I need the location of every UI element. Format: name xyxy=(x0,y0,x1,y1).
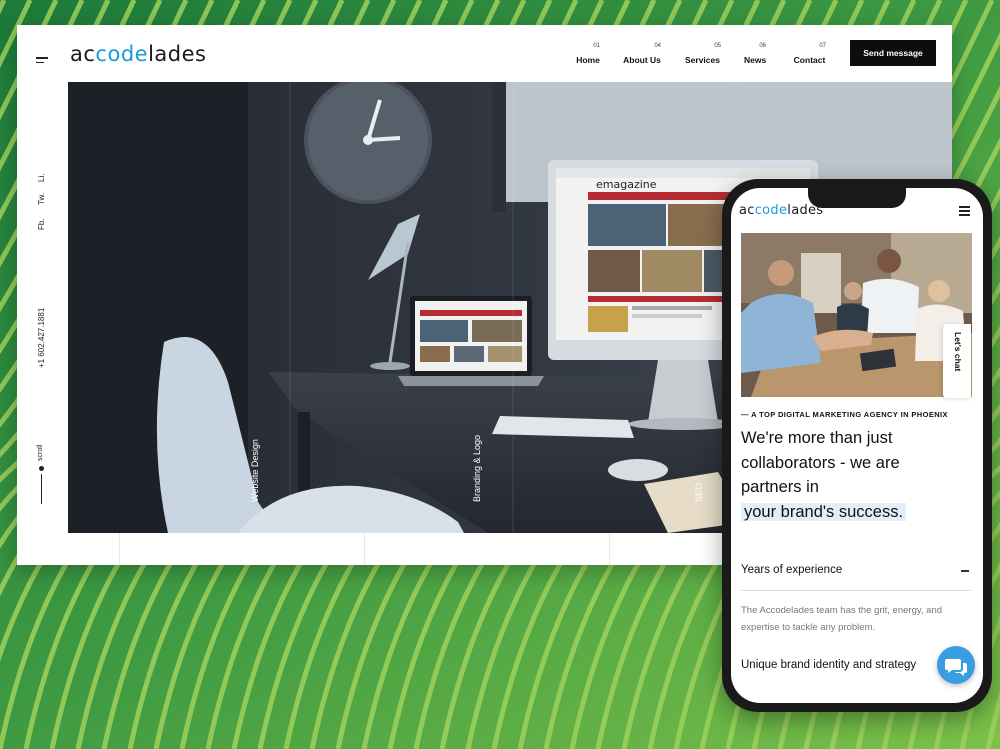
social-link-facebook[interactable]: Fb. xyxy=(37,218,46,230)
hamburger-icon[interactable] xyxy=(36,57,48,65)
screen-brand: emagazine xyxy=(596,178,657,191)
accordion-divider xyxy=(741,590,971,591)
nav-item-about-us[interactable]: 04 About Us xyxy=(623,43,661,65)
headline-highlight: your brand's success. xyxy=(741,502,907,521)
logo-prefix: ac xyxy=(70,42,96,66)
logo-suffix: lades xyxy=(787,203,824,218)
nav-label: About Us xyxy=(623,55,661,65)
send-message-button[interactable]: Send message xyxy=(850,40,936,66)
hero-label-seo[interactable]: SEO xyxy=(694,483,704,502)
lets-chat-tab[interactable]: Let's chat xyxy=(943,324,971,398)
nav-item-contact[interactable]: 07 Contact xyxy=(793,43,826,65)
nav-label: Services xyxy=(685,55,720,65)
social-link-twitter[interactable]: Tw. xyxy=(37,193,46,205)
phone-screen: accodelades Let's chat — A TOP DIGITAL M… xyxy=(731,188,983,703)
team-photo xyxy=(741,233,972,397)
scroll-indicator-line xyxy=(41,474,42,504)
phone-number[interactable]: +1 602.427.1881 xyxy=(37,308,46,368)
nav-number: 06 xyxy=(759,43,766,49)
mobile-logo[interactable]: accodelades xyxy=(739,203,823,218)
nav-number: 05 xyxy=(714,43,721,49)
scroll-indicator-dot xyxy=(39,466,44,471)
logo[interactable]: accodelades xyxy=(70,42,206,66)
chat-tab-label: Let's chat xyxy=(953,332,963,372)
scroll-label: scroll xyxy=(37,444,44,461)
accordion-title: Years of experience xyxy=(741,564,843,576)
minus-icon[interactable] xyxy=(961,570,969,572)
nav-number: 07 xyxy=(819,43,826,49)
accordion-body: The Accodelades team has the grit, energ… xyxy=(741,605,943,633)
nav-item-services[interactable]: 05 Services xyxy=(684,43,721,65)
chat-bubble-icon xyxy=(945,659,967,676)
headline-line: We're more than just xyxy=(741,429,893,447)
phone-mockup: accodelades Let's chat — A TOP DIGITAL M… xyxy=(722,179,992,712)
hero-label-branding-logo[interactable]: Branding & Logo xyxy=(472,435,482,502)
nav-label: News xyxy=(744,55,767,65)
nav-number: 01 xyxy=(593,43,600,49)
headline-line: partners in xyxy=(741,478,819,496)
logo-accent: code xyxy=(95,42,149,66)
nav-item-news[interactable]: 06 News xyxy=(744,43,766,65)
chat-fab-button[interactable] xyxy=(937,646,975,684)
nav-label: Home xyxy=(576,55,600,65)
nav-item-home[interactable]: 01 Home xyxy=(576,43,600,65)
logo-suffix: lades xyxy=(148,42,207,66)
hamburger-icon[interactable] xyxy=(959,206,970,216)
nav-number: 04 xyxy=(654,43,661,49)
tagline: — A TOP DIGITAL MARKETING AGENCY IN PHOE… xyxy=(741,410,948,419)
logo-accent: code xyxy=(754,203,788,218)
hero-headline: We're more than just collaborators - we … xyxy=(741,426,976,524)
headline-line: collaborators - we are xyxy=(741,453,900,472)
header: accodelades 01 Home 04 About Us 05 Servi… xyxy=(17,25,952,82)
hero-label-website-design[interactable]: Website Design xyxy=(250,439,260,502)
social-link-linkedin[interactable]: Li. xyxy=(37,174,46,182)
logo-prefix: ac xyxy=(739,203,755,218)
nav-label: Contact xyxy=(793,55,826,65)
